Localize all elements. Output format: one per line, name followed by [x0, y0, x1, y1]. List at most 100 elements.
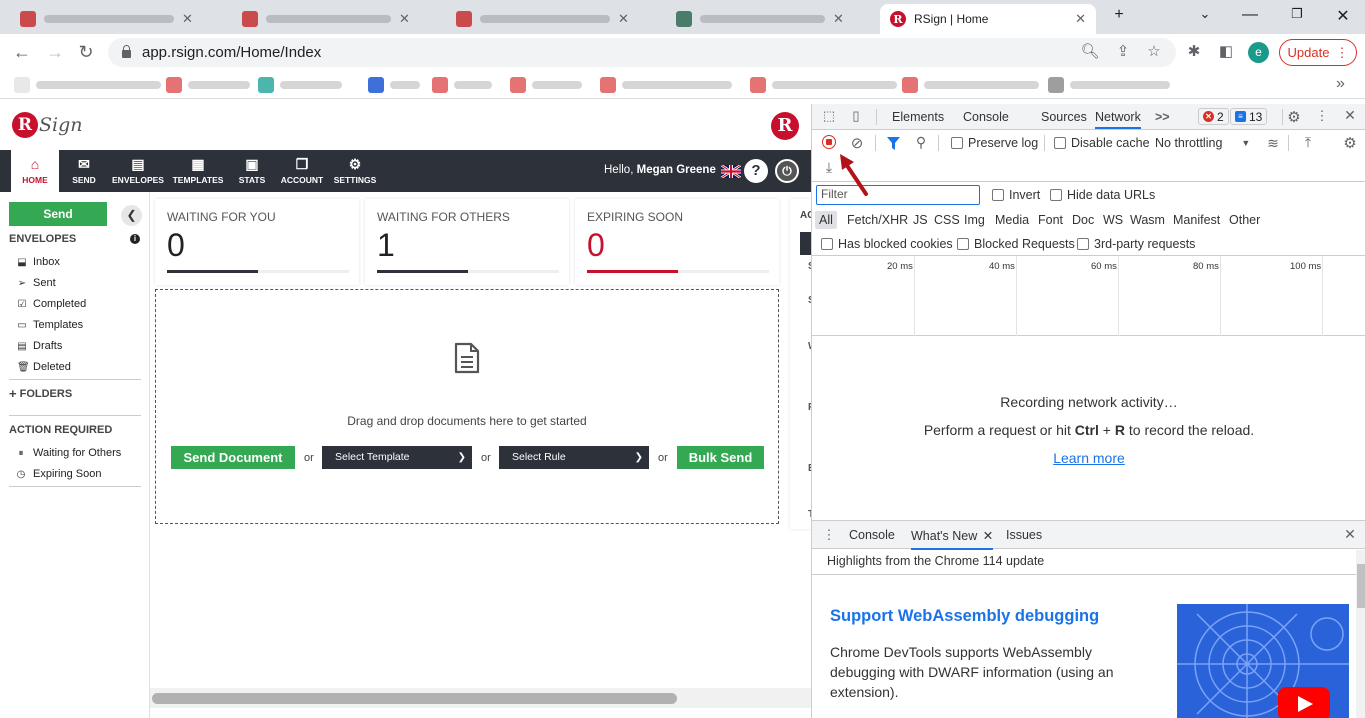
- bookmarks-overflow-icon[interactable]: »: [1336, 75, 1345, 93]
- nav-send[interactable]: ✉ SEND: [62, 150, 106, 192]
- type-filter-img[interactable]: Img: [964, 213, 985, 227]
- browser-tab[interactable]: ✕: [666, 4, 878, 34]
- bookmark-star-icon[interactable]: ☆: [1144, 42, 1164, 60]
- address-bar[interactable]: app.rsign.com/Home/Index: [108, 38, 1176, 67]
- browser-tab[interactable]: ✕: [10, 4, 230, 34]
- has-blocked-cookies-checkbox[interactable]: Has blocked cookies: [821, 237, 953, 251]
- bulk-send-button[interactable]: Bulk Send: [677, 446, 764, 469]
- drawer-tab-whats-new[interactable]: What's New ✕: [911, 528, 994, 550]
- share-icon[interactable]: ⇪: [1113, 42, 1133, 60]
- type-filter-other[interactable]: Other: [1229, 213, 1260, 227]
- network-settings-icon[interactable]: ⚙: [1341, 134, 1359, 152]
- sidebar-item-deleted[interactable]: 🗑 Deleted: [17, 361, 71, 373]
- nav-templates[interactable]: ▦ TEMPLATES: [170, 150, 226, 192]
- close-window-button[interactable]: ✕: [1333, 6, 1353, 26]
- more-tabs-icon[interactable]: >>: [1155, 110, 1170, 124]
- sidebar-item-sent[interactable]: ➢ Sent: [17, 277, 56, 289]
- card-waiting-for-you[interactable]: WAITING FOR YOU 0: [155, 199, 359, 285]
- hide-data-urls-checkbox[interactable]: Hide data URLs: [1050, 188, 1155, 202]
- sidebar-item-inbox[interactable]: ⬓ Inbox: [17, 256, 60, 268]
- device-toolbar-icon[interactable]: ▯: [847, 108, 865, 124]
- close-tab-icon[interactable]: ✕: [618, 11, 629, 27]
- network-timeline[interactable]: 20 ms 40 ms 60 ms 80 ms 100 ms: [812, 256, 1365, 336]
- invert-checkbox[interactable]: Invert: [992, 188, 1040, 202]
- browser-tab[interactable]: ✕: [232, 4, 444, 34]
- sidebar-item-completed[interactable]: ☑ Completed: [17, 298, 87, 310]
- whats-new-title[interactable]: Support WebAssembly debugging: [830, 607, 1099, 626]
- help-icon[interactable]: ?: [744, 159, 768, 183]
- browser-tab-active[interactable]: R RSign | Home ✕: [880, 4, 1096, 34]
- drawer-menu-icon[interactable]: ⋮: [820, 527, 838, 543]
- scroll-thumb[interactable]: [152, 693, 677, 704]
- whats-new-video-thumbnail[interactable]: [1177, 604, 1349, 718]
- filter-input[interactable]: Filter: [816, 185, 980, 205]
- bookmark-item[interactable]: [1048, 77, 1170, 93]
- select-template-dropdown[interactable]: Select Template ❯: [322, 446, 472, 469]
- export-har-icon[interactable]: ⤓: [820, 159, 838, 176]
- user-name[interactable]: Megan Greene: [637, 164, 716, 176]
- bookmark-item[interactable]: [750, 77, 897, 93]
- disable-cache-checkbox[interactable]: Disable cache: [1054, 136, 1150, 150]
- nav-account[interactable]: ❐ ACCOUNT: [278, 150, 326, 192]
- send-button[interactable]: Send: [9, 202, 107, 226]
- collapse-sidebar-icon[interactable]: ❮: [121, 205, 142, 226]
- network-conditions-icon[interactable]: ≋: [1264, 135, 1282, 152]
- reload-icon[interactable]: ↻: [75, 41, 97, 63]
- search-icon[interactable]: ⚲: [912, 134, 930, 151]
- update-button[interactable]: Update ⋮: [1279, 39, 1357, 66]
- power-icon[interactable]: ⏻: [775, 159, 799, 183]
- tab-console[interactable]: Console: [963, 110, 1009, 124]
- type-filter-ws[interactable]: WS: [1103, 213, 1123, 227]
- tab-sources[interactable]: Sources: [1041, 110, 1087, 124]
- sidebar-item-drafts[interactable]: ▤ Drafts: [17, 340, 62, 352]
- third-party-requests-checkbox[interactable]: 3rd-party requests: [1077, 237, 1195, 251]
- close-devtools-icon[interactable]: ✕: [1341, 107, 1359, 124]
- minimize-button[interactable]: —: [1240, 6, 1260, 24]
- drawer-tab-console[interactable]: Console: [849, 528, 895, 542]
- rsign-logo[interactable]: R Sign: [12, 112, 83, 138]
- type-filter-doc[interactable]: Doc: [1072, 213, 1094, 227]
- sidebar-item-templates[interactable]: ▭ Templates: [17, 319, 83, 331]
- type-filter-media[interactable]: Media: [995, 213, 1029, 227]
- bookmark-item[interactable]: [902, 77, 1039, 93]
- preserve-log-checkbox[interactable]: Preserve log: [951, 136, 1038, 150]
- tab-network[interactable]: Network: [1095, 110, 1141, 129]
- browser-tab[interactable]: ✕: [446, 4, 664, 34]
- close-tab-icon[interactable]: ✕: [1075, 11, 1086, 27]
- bookmark-item[interactable]: [14, 77, 161, 93]
- folders-toggle[interactable]: + FOLDERS: [9, 387, 72, 400]
- type-filter-js[interactable]: JS: [913, 213, 928, 227]
- forward-icon[interactable]: →: [44, 41, 66, 63]
- horizontal-scrollbar[interactable]: [150, 688, 811, 708]
- tab-search-icon[interactable]: ⌄: [1195, 6, 1215, 22]
- learn-more-link[interactable]: Learn more: [812, 450, 1365, 466]
- type-filter-font[interactable]: Font: [1038, 213, 1063, 227]
- throttling-select[interactable]: No throttling ▼: [1155, 136, 1250, 150]
- nav-stats[interactable]: ▣ STATS: [230, 150, 274, 192]
- bookmark-item[interactable]: [510, 77, 582, 93]
- settings-gear-icon[interactable]: ⚙: [1285, 108, 1303, 126]
- info-icon[interactable]: i: [130, 234, 140, 244]
- restore-button[interactable]: ❐: [1287, 6, 1307, 22]
- type-filter-manifest[interactable]: Manifest: [1173, 213, 1220, 227]
- clear-icon[interactable]: ⊘: [848, 134, 866, 152]
- nav-settings[interactable]: ⚙ SETTINGS: [330, 150, 380, 192]
- scroll-thumb[interactable]: [1357, 564, 1365, 608]
- new-tab-button[interactable]: +: [1109, 6, 1129, 24]
- close-tab-icon[interactable]: ✕: [182, 11, 193, 27]
- tab-elements[interactable]: Elements: [892, 110, 944, 124]
- type-filter-all[interactable]: All: [815, 211, 837, 229]
- bookmark-item[interactable]: [368, 77, 420, 93]
- card-waiting-for-others[interactable]: WAITING FOR OTHERS 1: [365, 199, 569, 285]
- errors-badge[interactable]: ✕ 2: [1198, 108, 1229, 125]
- inspect-element-icon[interactable]: ⬚: [820, 108, 838, 124]
- youtube-play-icon[interactable]: [1278, 687, 1330, 718]
- side-panel-icon[interactable]: ◧: [1216, 42, 1236, 60]
- sidebar-item-waiting-for-others[interactable]: ⏸ Waiting for Others: [15, 447, 122, 459]
- bookmark-item[interactable]: [600, 77, 732, 93]
- profile-avatar[interactable]: e: [1248, 42, 1269, 63]
- close-drawer-icon[interactable]: ✕: [1341, 526, 1359, 543]
- sidebar-item-expiring-soon[interactable]: ◷ Expiring Soon: [15, 468, 102, 480]
- send-document-button[interactable]: Send Document: [171, 446, 295, 469]
- vertical-scrollbar[interactable]: [1356, 550, 1365, 718]
